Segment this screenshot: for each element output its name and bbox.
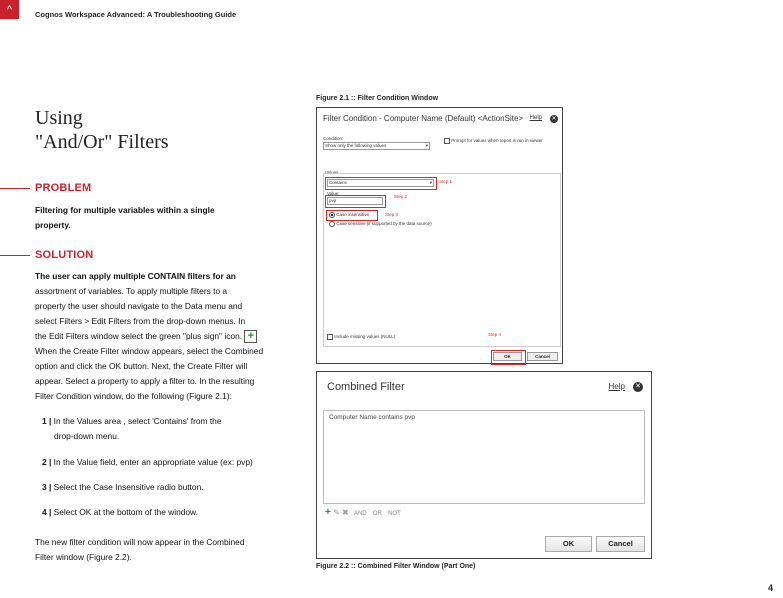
caret-up-icon: ^ — [6, 3, 13, 16]
delete-icon[interactable]: ✖ — [342, 508, 349, 517]
condition-select[interactable]: Show only the following values ▾ — [323, 142, 430, 150]
title-line-1: Using — [35, 107, 83, 129]
problem-text-line: property. — [35, 220, 71, 230]
step-3-highlight — [326, 210, 378, 221]
cancel-button[interactable]: Cancel — [596, 536, 645, 552]
solution-line: The user can apply multiple CONTAIN filt… — [35, 271, 236, 281]
solution-line: select Filters > Edit Filters from the d… — [35, 316, 246, 326]
step-text: drop-down menu. — [54, 431, 120, 441]
dialog-title: Combined Filter — [327, 381, 405, 393]
close-icon[interactable]: ✕ — [550, 115, 558, 123]
step-1-highlight — [325, 177, 437, 190]
include-missing-checkbox[interactable]: Include missing values (NULL) — [327, 334, 395, 340]
filter-toolbar: + ✎ ✖ AND OR NOT — [325, 507, 401, 518]
step-text: In the Values area , select 'Contains' f… — [53, 416, 222, 426]
checkbox-box[interactable] — [327, 334, 333, 340]
problem-rule — [0, 188, 30, 189]
radio-label: Case sensitive (if supported by the data… — [336, 221, 432, 227]
step-3-label: Step 3 — [385, 212, 399, 217]
chevron-down-icon: ▾ — [425, 143, 428, 148]
step-1-label: Step 1 — [439, 179, 453, 184]
title-line-2: "And/Or" Filters — [35, 131, 169, 153]
step-number: 4 | — [42, 507, 52, 517]
closing-line: The new filter condition will now appear… — [35, 537, 245, 547]
solution-line: property the user should navigate to the… — [35, 301, 243, 311]
checkbox-box[interactable] — [444, 138, 450, 144]
page-title: Using "And/Or" Filters — [35, 106, 169, 154]
step-4-label: Step 4 — [488, 332, 502, 337]
prompt-label: Prompt for values when report is run in … — [451, 138, 543, 144]
and-button[interactable]: AND — [354, 511, 367, 517]
problem-text-line: Filtering for multiple variables within … — [35, 205, 215, 215]
edit-pencil-icon[interactable]: ✎ — [333, 508, 340, 517]
radio-case-sensitive[interactable]: Case sensitive (if supported by the data… — [329, 221, 432, 227]
bookmark-corner: ^ — [0, 0, 19, 19]
solution-line: option and click the OK button. Next, th… — [35, 361, 248, 371]
filter-list-area: Computer Name contains pvp — [323, 410, 645, 504]
condition-label: Condition: — [323, 136, 344, 141]
running-header: Cognos Workspace Advanced: A Troubleshoo… — [35, 10, 237, 19]
solution-heading: SOLUTION — [35, 249, 94, 261]
prompt-checkbox[interactable]: Prompt for values when report is run in … — [444, 138, 543, 144]
problem-text: Filtering for multiple variables within … — [35, 203, 215, 233]
filter-condition-item[interactable]: Computer Name contains pvp — [329, 414, 415, 421]
solution-line-with-icon: the Edit Filters window select the green… — [35, 329, 285, 344]
step-text: Select OK at the bottom of the window. — [53, 507, 198, 517]
figure-2-caption: Figure 2.2 :: Combined Filter Window (Pa… — [316, 563, 476, 570]
solution-rule — [0, 255, 30, 256]
step-number: 3 | — [42, 482, 52, 492]
close-icon[interactable]: ✕ — [633, 382, 643, 392]
solution-line: When the Create Filter window appears, s… — [35, 346, 264, 356]
step-number: 1 | — [42, 416, 52, 426]
problem-heading: PROBLEM — [35, 182, 92, 194]
step-4-highlight — [491, 350, 526, 365]
condition-value: Show only the following values — [325, 143, 387, 148]
combined-filter-window: Combined Filter Help ✕ Computer Name con… — [316, 371, 652, 559]
solution-text: The user can apply multiple CONTAIN filt… — [35, 269, 285, 404]
or-button[interactable]: OR — [373, 511, 382, 517]
not-button[interactable]: NOT — [388, 511, 401, 517]
page-number: 4 — [767, 583, 773, 593]
step-text: Select the Case Insensitive radio button… — [53, 482, 204, 492]
closing-text: The new filter condition will now appear… — [35, 535, 245, 565]
step-4: 4 | Select OK at the bottom of the windo… — [42, 505, 198, 520]
step-number: 2 | — [42, 457, 52, 467]
step-2-label: Step 2 — [394, 194, 408, 199]
filter-condition-window: Filter Condition - Computer Name (Defaul… — [316, 107, 563, 365]
ok-button[interactable]: OK — [545, 536, 592, 552]
solution-line: appear. Select a property to apply a fil… — [35, 376, 255, 386]
step-2: 2 | In the Value field, enter an appropr… — [42, 455, 253, 470]
solution-line: assortment of variables. To apply multip… — [35, 286, 228, 296]
solution-line: Filter Condition window, do the followin… — [35, 391, 232, 401]
solution-line: the Edit Filters window select the green… — [35, 331, 243, 341]
include-missing-label: Include missing values (NULL) — [334, 334, 396, 340]
cancel-button[interactable]: Cancel — [527, 352, 558, 361]
plus-icon: + — [244, 330, 258, 344]
step-text: In the Value field, enter an appropriate… — [53, 457, 253, 467]
figure-1-caption: Figure 2.1 :: Filter Condition Window — [316, 95, 439, 102]
help-link[interactable]: Help — [530, 115, 542, 121]
step-3: 3 | Select the Case Insensitive radio bu… — [42, 480, 204, 495]
step-2-highlight — [325, 195, 386, 208]
closing-line: Filter window (Figure 2.2). — [35, 552, 132, 562]
step-1: 1 | In the Values area , select 'Contain… — [42, 414, 222, 444]
dialog-title: Filter Condition - Computer Name (Defaul… — [323, 114, 524, 123]
help-link[interactable]: Help — [609, 382, 625, 391]
radio-empty-icon[interactable] — [329, 221, 335, 227]
add-icon[interactable]: + — [325, 507, 331, 518]
